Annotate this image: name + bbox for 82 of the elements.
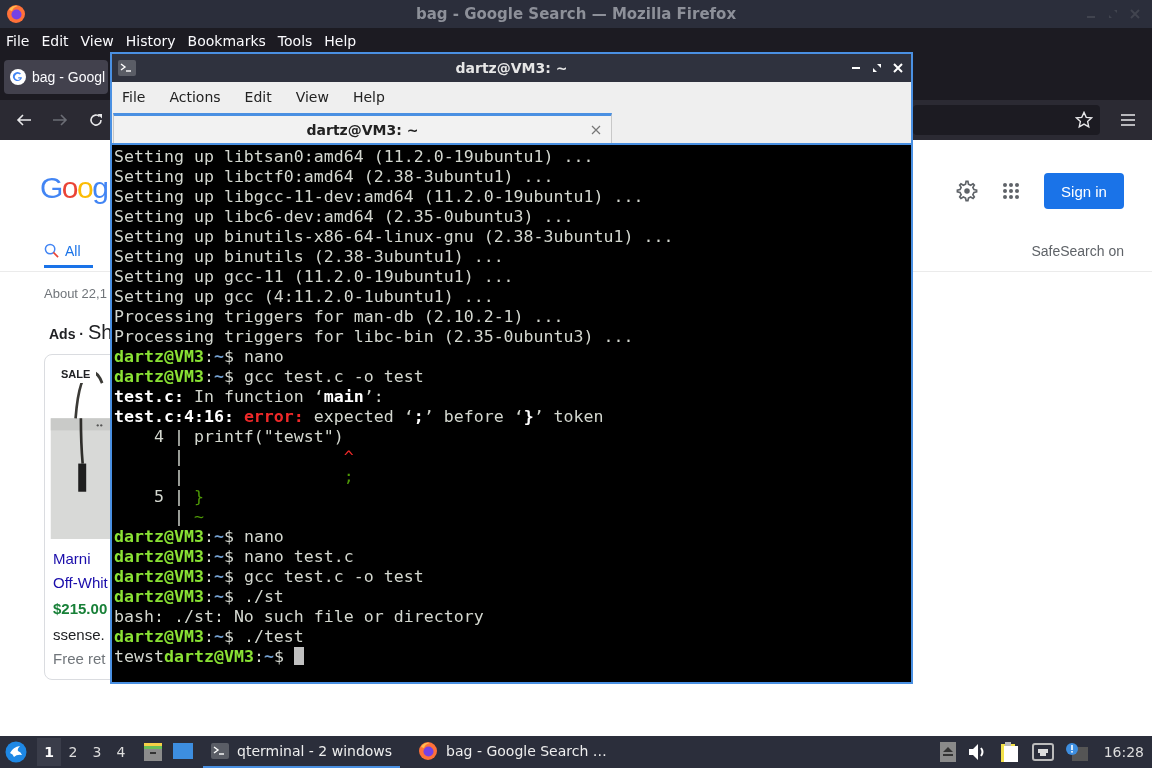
terminal-line: test.c: In function ‘main’: (114, 387, 384, 407)
terminal-line: dartz@VM3:~$ gcc test.c -o test (114, 367, 424, 387)
terminal-line: dartz@VM3:~$ ./st (114, 587, 284, 607)
terminal-line: tewstdartz@VM3:~$ (114, 647, 304, 667)
network-icon[interactable] (1031, 743, 1054, 761)
terminal-line: 4 | printf("tewst") (152, 427, 344, 447)
workspace-button[interactable]: 3 (85, 738, 109, 766)
product-title[interactable]: Marni (53, 547, 110, 571)
terminal-line: Setting up libgcc-11-dev:amd64 (11.2.0-19ubuntu1) ... (114, 187, 644, 207)
terminal-line: Setting up libtsan0:amd64 (11.2.0-19ubuntu1) ... (114, 147, 594, 167)
menu-item[interactable]: Edit (35, 33, 75, 49)
terminal-icon (211, 743, 229, 759)
menu-item[interactable]: Actions (161, 89, 229, 105)
clipboard-icon[interactable] (999, 741, 1020, 763)
terminal-icon (118, 60, 136, 76)
site-icon (10, 69, 26, 85)
notification-icon[interactable] (1065, 743, 1088, 761)
firefox-icon (418, 741, 439, 761)
menu-item[interactable]: Tools (271, 33, 319, 49)
star-icon[interactable] (1075, 111, 1093, 129)
terminal-line: | ^ (172, 447, 354, 467)
terminal-line: Setting up libctf0:amd64 (2.38-3ubuntu1) ... (114, 167, 554, 187)
menu-item[interactable]: File (114, 89, 154, 105)
terminal-line: | ; (172, 467, 354, 487)
workspace-button[interactable]: 2 (61, 738, 85, 766)
logo[interactable]: Goog (40, 170, 108, 206)
file-cabinet-icon[interactable] (143, 742, 163, 762)
back-icon[interactable] (16, 112, 32, 128)
terminal-line: Setting up gcc-11 (11.2.0-19ubuntu1) ... (114, 267, 514, 287)
terminal-line: dartz@VM3:~$ ./test (114, 627, 304, 647)
menu-item[interactable]: File (0, 33, 36, 49)
menu-item[interactable]: Help (344, 89, 393, 105)
ads-label: Ads · (49, 326, 84, 342)
taskbar-button[interactable]: qterminal - 2 windows (203, 736, 401, 768)
workspace-button[interactable]: 4 (109, 738, 133, 766)
product-price: $215.00 (53, 599, 109, 619)
result-stats: About 22,1 (44, 286, 108, 301)
menu-icon[interactable] (1120, 113, 1136, 127)
terminal-line: test.c:4:16: error: expected ‘;’ before ‘}’ token (114, 407, 604, 427)
terminal-line: Setting up binutils-x86-64-linux-gnu (2.38-3ubuntu1) ... (114, 227, 674, 247)
menu-item[interactable]: View (287, 89, 337, 105)
taskbar-button[interactable]: bag - Google Search … (410, 736, 615, 768)
search-icon (44, 243, 59, 258)
safesearch-link[interactable]: SafeSearch on (1031, 243, 1124, 259)
terminal-line: dartz@VM3:~$ gcc test.c -o test (114, 567, 424, 587)
terminal-line: dartz@VM3:~$ nano (114, 527, 284, 547)
terminal-line: dartz@VM3:~$ nano test.c (114, 547, 354, 567)
forward-icon[interactable] (52, 112, 68, 128)
menu-item[interactable]: Edit (236, 89, 280, 105)
terminal-tab[interactable]: dartz@VM3: ~ (113, 113, 612, 143)
menu-item[interactable]: Bookmarks (181, 33, 272, 49)
terminal-line: Setting up gcc (4:11.2.0-1ubuntu1) ... (114, 287, 494, 307)
terminal-line: Processing triggers for libc-bin (2.35-0ubuntu3) ... (114, 327, 634, 347)
search-tab[interactable]: All (44, 236, 93, 268)
terminal-line: 5 | } (152, 487, 204, 507)
workspace-button[interactable]: 1 (37, 738, 61, 766)
terminal-line: Processing triggers for man-db (2.10.2-1) ... (114, 307, 564, 327)
clock[interactable]: 16:28 (1103, 744, 1144, 760)
address-field[interactable] (913, 105, 1100, 135)
desktop-icon[interactable] (173, 743, 193, 761)
menu-item[interactable]: View (74, 33, 120, 49)
maximize-icon[interactable] (872, 63, 882, 73)
browser-tab[interactable]: bag - Googl (4, 60, 108, 94)
terminal-line: | ~ (172, 507, 204, 527)
product-title[interactable]: Off-Whit (53, 571, 110, 595)
start-menu-icon[interactable] (5, 741, 27, 763)
terminal-line: Setting up binutils (2.38-3ubuntu1) ... (114, 247, 504, 267)
terminal-line: dartz@VM3:~$ nano (114, 347, 284, 367)
settings-icon[interactable] (956, 180, 978, 202)
shipping-note: Free ret (53, 649, 107, 669)
reload-icon[interactable] (88, 112, 104, 128)
menu-item[interactable]: History (119, 33, 182, 49)
store-name: ssense. (53, 625, 106, 645)
terminal-line: bash: ./st: No such file or directory (114, 607, 484, 627)
eject-icon[interactable] (939, 742, 956, 762)
menu-item[interactable]: Help (318, 33, 363, 49)
terminal-line: Setting up libc6-dev:amd64 (2.35-0ubuntu3) ... (114, 207, 574, 227)
apps-grid-icon[interactable] (1002, 182, 1020, 200)
sign-in-button[interactable]: Sign in (1044, 173, 1124, 209)
window-title: bag - Google Search — Mozilla Firefox (415, 5, 737, 23)
firefox-icon (6, 4, 26, 24)
window-title: dartz@VM3: ~ (455, 60, 568, 76)
